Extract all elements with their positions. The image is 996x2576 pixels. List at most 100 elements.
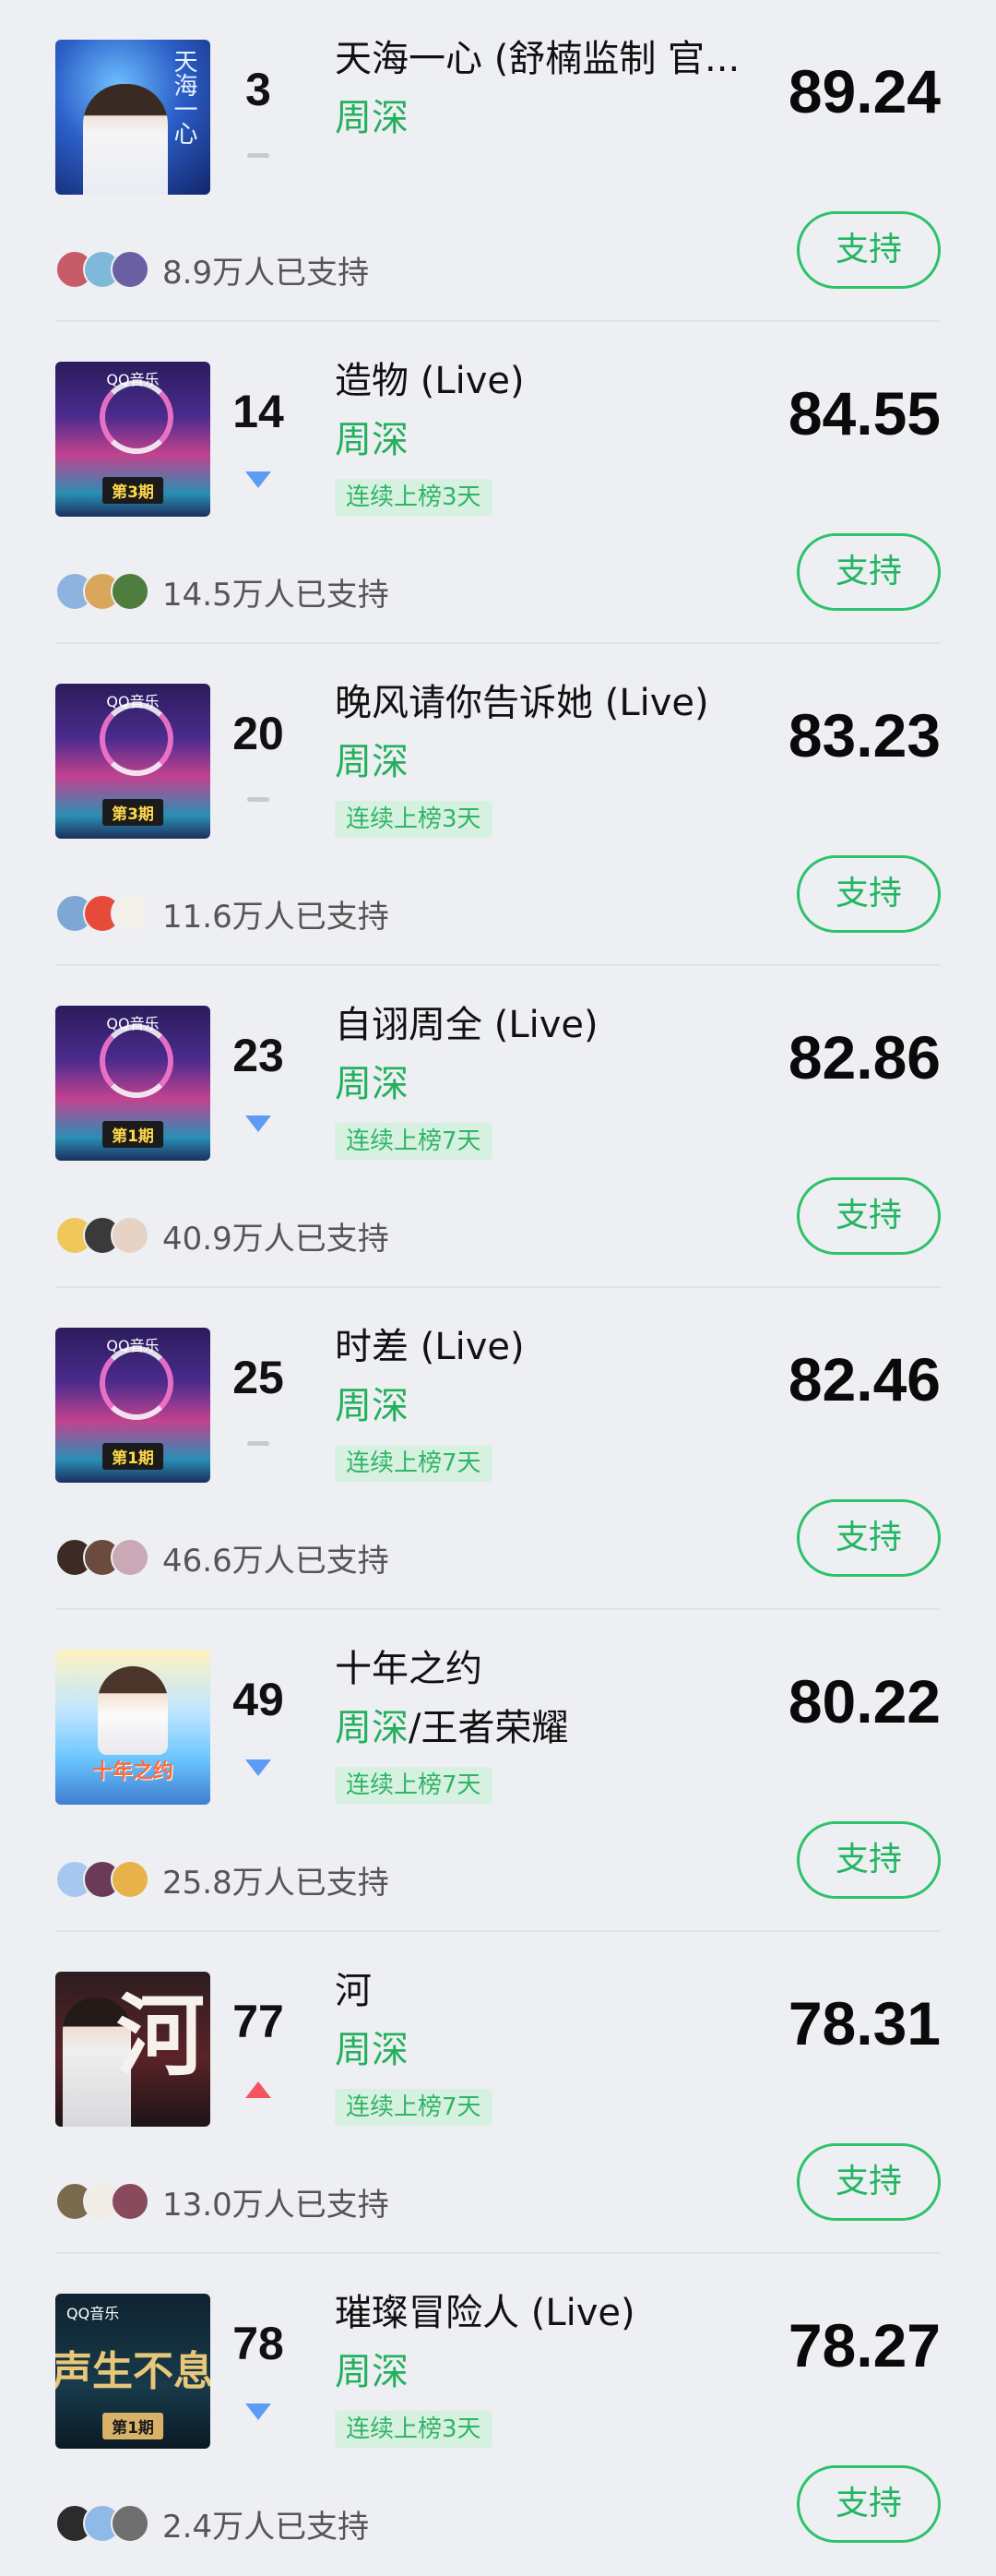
supporter-count: 11.6万人已支持 (162, 898, 389, 936)
rank-number: 23 (232, 1030, 284, 1081)
cover-art: QQ音乐 第1期 (55, 1328, 210, 1483)
supporter-count: 2.4万人已支持 (162, 2508, 370, 2546)
album-cover[interactable]: 天海一心 (55, 40, 210, 195)
avatar (111, 1538, 149, 1577)
support-button[interactable]: 支持 (797, 855, 941, 933)
cover-art: QQ音乐 第1期 (55, 1006, 210, 1161)
avatar (111, 2182, 149, 2221)
song-title[interactable]: 天海一心 (舒楠监制 官... (335, 33, 750, 85)
cover-portrait (98, 1666, 168, 1755)
album-cover[interactable]: 河 (55, 1972, 210, 2127)
artist-name[interactable]: 周深 (335, 1707, 409, 1749)
streak-badge: 连续上榜3天 (335, 479, 492, 516)
artist-line: 周深 (335, 2024, 409, 2076)
score: 84.55 (788, 379, 941, 447)
artist-name[interactable]: 周深 (335, 419, 409, 461)
score: 78.27 (788, 2311, 941, 2379)
song-title[interactable]: 时差 (Live) (335, 1321, 750, 1373)
artist-name[interactable]: 周深 (335, 2351, 409, 2393)
song-title[interactable]: 晚风请你告诉她 (Live) (335, 677, 750, 729)
cover-art: 天海一心 (55, 40, 210, 195)
artist-name-secondary[interactable]: 王者荣耀 (421, 1707, 568, 1749)
song-row[interactable]: 天海一心 3 天海一心 (舒楠监制 官... 周深 89.24 8.9万人已支持 支持 (0, 0, 996, 322)
streak-badge: 连续上榜3天 (335, 2411, 492, 2448)
album-cover[interactable]: QQ音乐 第3期 (55, 684, 210, 839)
cover-episode-badge: 第1期 (102, 1443, 163, 1470)
supporter-avatars (55, 1537, 149, 1578)
streak-badge: 连续上榜3天 (335, 801, 492, 838)
song-title[interactable]: 河 (335, 1965, 750, 2017)
song-row[interactable]: QQ音乐 声生不息 第1期 78 璀璨冒险人 (Live) 周深 连续上榜3天 78.27 2.… (0, 2254, 996, 2576)
artist-name[interactable]: 周深 (335, 1063, 409, 1105)
score: 83.23 (788, 701, 941, 769)
cover-art: 十年之约 (55, 1650, 210, 1805)
artist-line: 周深 (335, 1058, 409, 1110)
rank-unchanged-icon (247, 797, 269, 802)
cover-episode-badge: 第1期 (102, 1121, 163, 1148)
artist-name[interactable]: 周深 (335, 2029, 409, 2071)
cover-title: 声生不息 (55, 2348, 210, 2395)
song-row[interactable]: QQ音乐 第1期 25 时差 (Live) 周深 连续上榜7天 82.46 46.6万人已支持… (0, 1288, 996, 1610)
album-cover[interactable]: QQ音乐 声生不息 第1期 (55, 2294, 210, 2449)
streak-badge: 连续上榜7天 (335, 2089, 492, 2126)
song-row[interactable]: 十年之约 49 十年之约 周深/王者荣耀 连续上榜7天 80.22 25.8万人已支持 支持 (0, 1610, 996, 1932)
song-title[interactable]: 造物 (Live) (335, 355, 750, 407)
song-title[interactable]: 自诩周全 (Live) (335, 999, 750, 1051)
rank-number: 3 (245, 64, 271, 115)
avatar (111, 894, 149, 933)
song-title[interactable]: 十年之约 (335, 1643, 750, 1695)
artist-line: 周深 (335, 736, 409, 788)
score: 78.31 (788, 1989, 941, 2057)
avatar (111, 1216, 149, 1255)
support-button[interactable]: 支持 (797, 1821, 941, 1899)
supporter-avatars (55, 571, 149, 612)
artist-name[interactable]: 周深 (335, 1385, 409, 1427)
support-button[interactable]: 支持 (797, 1177, 941, 1255)
artist-line: 周深 (335, 414, 409, 466)
rank-down-icon (245, 2403, 271, 2420)
rank-down-icon (245, 1759, 271, 1776)
song-row[interactable]: QQ音乐 第3期 20 晚风请你告诉她 (Live) 周深连续上榜3天 83.23 11.6… (0, 644, 996, 966)
score: 89.24 (788, 57, 941, 125)
album-cover[interactable]: 十年之约 (55, 1650, 210, 1805)
rank-unchanged-icon (247, 153, 269, 158)
cover-decoration (100, 1024, 173, 1098)
artist-separator: / (409, 1707, 421, 1749)
supporter-count: 13.0万人已支持 (162, 2186, 389, 2224)
supporter-count: 46.6万人已支持 (162, 1542, 389, 1580)
cover-decoration (100, 380, 173, 454)
cover-decoration (100, 702, 173, 776)
album-cover[interactable]: QQ音乐 第3期 (55, 362, 210, 517)
artist-line: 周深 (335, 2346, 409, 2398)
supporter-avatars (55, 1215, 149, 1256)
cover-episode-badge: 第3期 (102, 799, 163, 826)
artist-name[interactable]: 周深 (335, 97, 409, 139)
song-row[interactable]: 河 77 河周深 连续上榜7天 78.31 13.0万人已支持 支持 (0, 1932, 996, 2254)
cover-art: 河 (55, 1972, 210, 2127)
supporters: 46.6万人已支持 (55, 1534, 389, 1580)
support-button[interactable]: 支持 (797, 211, 941, 289)
song-row[interactable]: QQ音乐 第1期 23 自诩周全 (Live) 周深 连续上榜7天 82.86 40.9万人已… (0, 966, 996, 1288)
rank-number: 20 (232, 708, 284, 759)
rank-unchanged-icon (247, 1441, 269, 1446)
artist-line: 周深 (335, 92, 409, 144)
chart-list: 天海一心 3 天海一心 (舒楠监制 官... 周深 89.24 8.9万人已支持 支持 QQ音… (0, 0, 996, 2576)
supporters: 40.9万人已支持 (55, 1212, 389, 1258)
avatar (111, 572, 149, 611)
cover-title: 十年之约 (91, 1760, 174, 1783)
rank-down-icon (245, 1115, 271, 1132)
supporters: 11.6万人已支持 (55, 890, 389, 936)
support-button[interactable]: 支持 (797, 1499, 941, 1577)
supporter-count: 8.9万人已支持 (162, 254, 370, 292)
support-button[interactable]: 支持 (797, 533, 941, 611)
streak-badge: 连续上榜7天 (335, 1445, 492, 1482)
support-button[interactable]: 支持 (797, 2143, 941, 2221)
album-cover[interactable]: QQ音乐 第1期 (55, 1006, 210, 1161)
album-cover[interactable]: QQ音乐 第1期 (55, 1328, 210, 1483)
song-title[interactable]: 璀璨冒险人 (Live) (335, 2287, 750, 2339)
artist-name[interactable]: 周深 (335, 741, 409, 783)
support-button[interactable]: 支持 (797, 2465, 941, 2543)
cover-art: QQ音乐 第3期 (55, 362, 210, 517)
song-row[interactable]: QQ音乐 第3期 14 造物 (Live) 周深 连续上榜3天 84.55 14.5万人已支持… (0, 322, 996, 644)
supporter-avatars (55, 2181, 149, 2222)
